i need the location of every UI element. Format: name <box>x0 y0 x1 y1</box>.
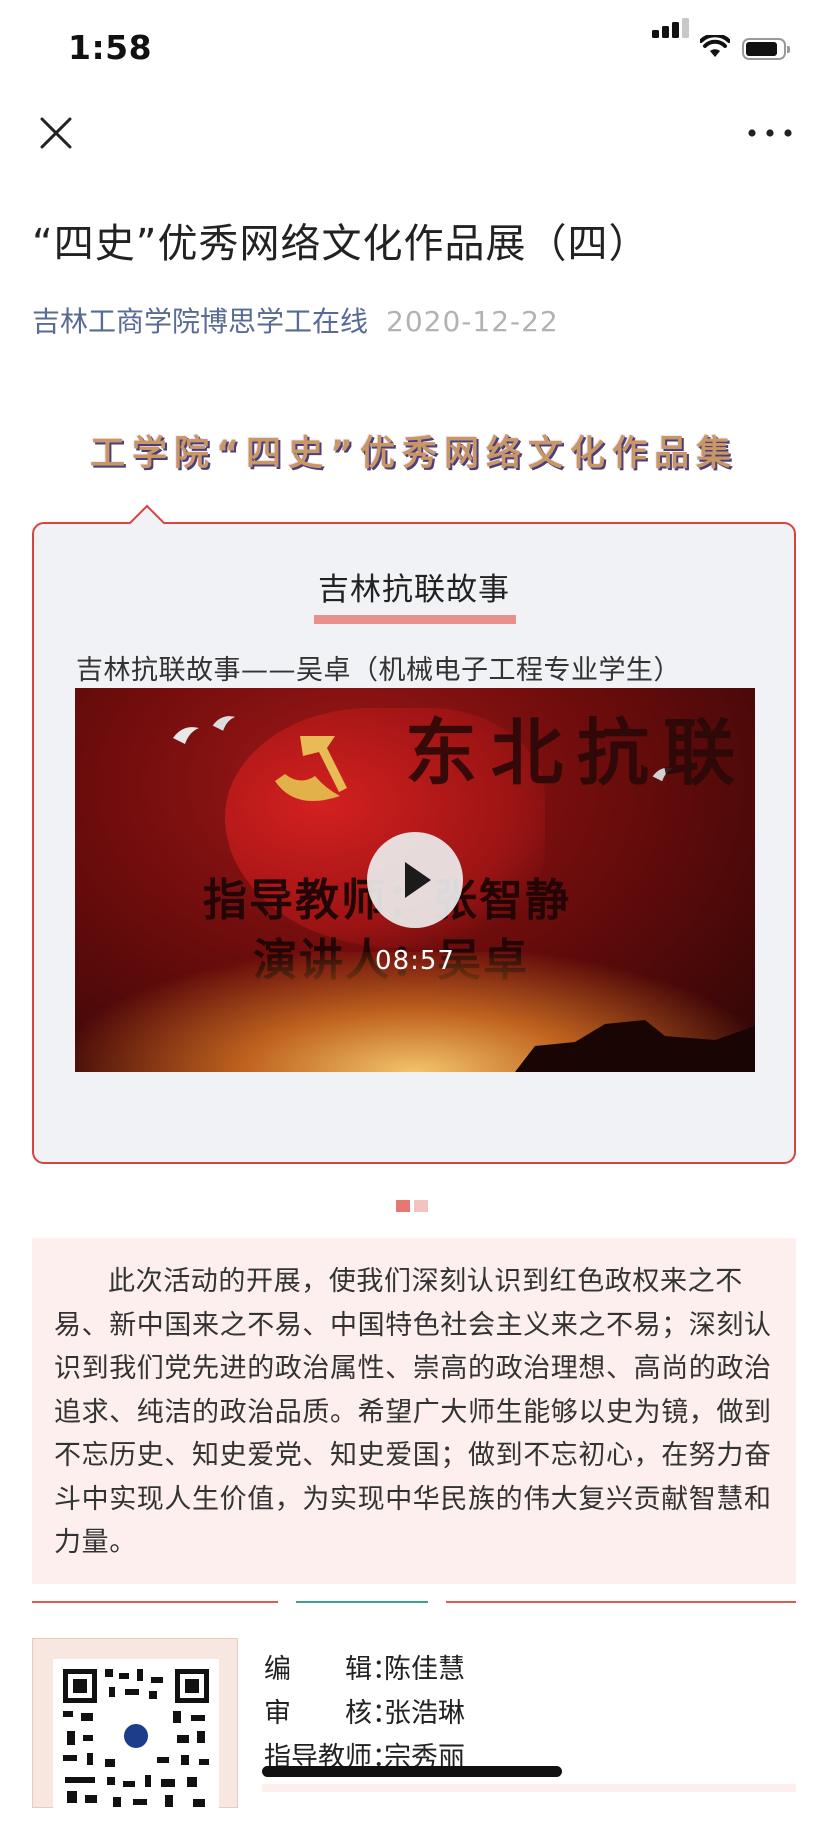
summary-box: 此次活动的开展，使我们深刻认识到红色政权来之不易、新中国来之不易、中国特色社会主… <box>32 1238 796 1584</box>
video-caption: 吉林抗联故事——吴卓（机械电子工程专业学生） <box>76 655 681 686</box>
bottom-strip <box>262 1784 796 1792</box>
video-player[interactable]: 东北抗联 指导教师：张智静 演讲人：吴卓 08:57 <box>75 688 755 1072</box>
wifi-icon <box>700 35 730 57</box>
tiananmen-silhouette <box>515 1020 755 1072</box>
collection-title: 工学院“四史”优秀网络文化作品集 <box>89 434 738 474</box>
credit-label: 编 辑： <box>264 1654 399 1685</box>
dove-icon <box>212 716 236 731</box>
article-date: 2020-12-22 <box>386 305 559 338</box>
article-title: “四史”优秀网络文化作品展（四） <box>32 221 650 267</box>
qr-code-image[interactable] <box>53 1659 219 1819</box>
story-card: 吉林抗联故事 吉林抗联故事——吴卓（机械电子工程专业学生） 东北抗联 指导教师：… <box>32 504 796 1164</box>
video-headline: 东北抗联 <box>405 711 750 795</box>
qr-frame <box>32 1638 238 1819</box>
pager-dot[interactable] <box>414 1200 428 1212</box>
article-meta: 吉林工商学院博思学工在线 2020-12-22 <box>32 300 559 340</box>
summary-paragraph: 此次活动的开展，使我们深刻认识到红色政权来之不易、新中国来之不易、中国特色社会主… <box>54 1266 772 1558</box>
divider-middle <box>296 1601 428 1603</box>
hammer-sickle-emblem <box>275 736 347 801</box>
pager-dot[interactable] <box>396 1200 410 1212</box>
dove-icon <box>173 727 199 744</box>
status-bar: 1:58 <box>0 0 828 100</box>
credit-label: 审 核： <box>264 1698 399 1729</box>
credit-editor: 编 辑：陈佳慧 <box>264 1648 465 1692</box>
credit-reviewer: 审 核：张浩琳 <box>264 1692 465 1736</box>
battery-icon <box>742 38 790 60</box>
divider-left <box>32 1601 278 1603</box>
play-button[interactable] <box>367 832 463 928</box>
status-time: 1:58 <box>68 28 153 67</box>
qr-center-logo <box>121 1721 151 1751</box>
home-indicator[interactable] <box>262 1766 562 1777</box>
card-notch <box>128 504 166 542</box>
video-duration: 08:57 <box>375 946 455 976</box>
card-heading-underline <box>314 615 516 624</box>
credit-value: 陈佳慧 <box>384 1654 465 1685</box>
credits-list: 编 辑：陈佳慧 审 核：张浩琳 指导教师：宗秀丽 <box>264 1648 465 1780</box>
credit-value: 张浩琳 <box>384 1698 465 1729</box>
nav-bar <box>0 100 828 164</box>
more-icon[interactable] <box>746 120 794 146</box>
divider-right <box>446 1601 796 1603</box>
play-icon <box>405 862 431 898</box>
close-icon[interactable] <box>36 113 76 153</box>
article-author-link[interactable]: 吉林工商学院博思学工在线 <box>32 305 368 338</box>
card-heading: 吉林抗联故事 <box>318 572 510 608</box>
